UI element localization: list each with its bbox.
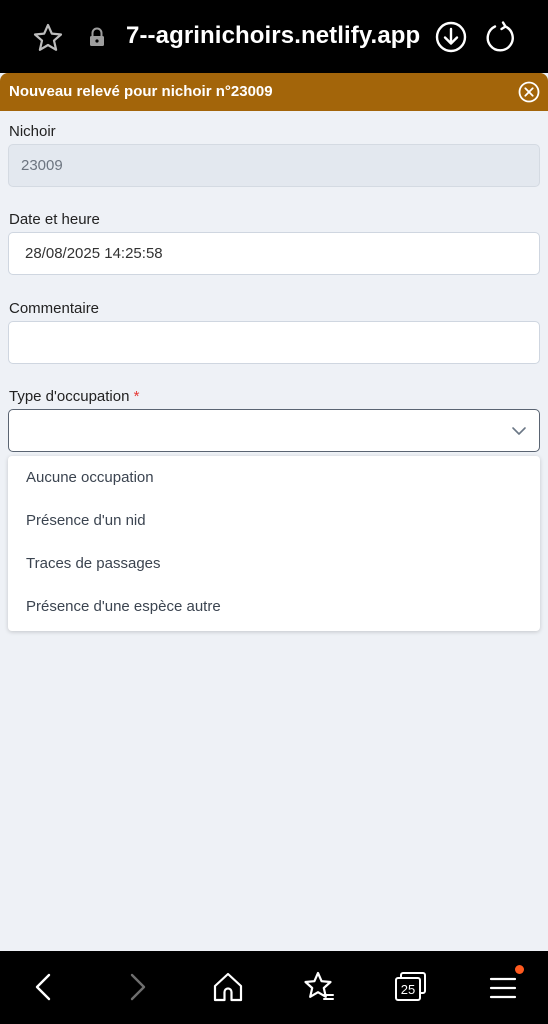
occupation-select[interactable]	[8, 409, 540, 452]
favorites-icon[interactable]	[300, 969, 336, 1005]
browser-toolbar: 7--agrinichoirs.netlify.app	[0, 0, 548, 73]
tabs-button[interactable]: 25	[392, 969, 428, 1005]
download-icon[interactable]	[434, 20, 468, 54]
modal-title: Nouveau relevé pour nichoir n°23009	[9, 83, 273, 100]
tab-count: 25	[400, 982, 416, 997]
required-mark: *	[133, 388, 140, 405]
nichoir-field: 23009	[8, 144, 540, 187]
star-icon[interactable]	[30, 20, 66, 56]
date-label: Date et heure	[9, 211, 100, 228]
option-traces-passages[interactable]: Traces de passages	[26, 555, 161, 572]
occupation-dropdown: Aucune occupation Présence d'un nid Trac…	[8, 456, 540, 631]
occupation-label-text: Type d'occupation	[9, 388, 130, 405]
option-aucune-occupation[interactable]: Aucune occupation	[26, 469, 154, 486]
option-presence-nid[interactable]: Présence d'un nid	[26, 512, 146, 529]
forward-icon[interactable]	[119, 969, 155, 1005]
close-icon[interactable]	[518, 81, 540, 103]
nichoir-label: Nichoir	[9, 123, 56, 140]
browser-bottom-bar: 25	[0, 951, 548, 1024]
date-field[interactable]: 28/08/2025 14:25:58	[8, 232, 540, 275]
option-espece-autre[interactable]: Présence d'une espèce autre	[26, 598, 221, 615]
modal-header: Nouveau relevé pour nichoir n°23009	[0, 73, 548, 111]
occupation-label: Type d'occupation *	[9, 388, 139, 405]
url-bar[interactable]: 7--agrinichoirs.netlify.app	[126, 22, 420, 50]
back-icon[interactable]	[26, 969, 62, 1005]
menu-icon[interactable]	[485, 969, 521, 1005]
commentaire-label: Commentaire	[9, 300, 100, 317]
notification-dot	[515, 965, 524, 974]
commentaire-field[interactable]	[8, 321, 540, 364]
reload-icon[interactable]	[483, 20, 517, 54]
lock-icon[interactable]	[88, 27, 106, 47]
chevron-down-icon[interactable]	[511, 423, 527, 439]
home-icon[interactable]	[210, 969, 246, 1005]
